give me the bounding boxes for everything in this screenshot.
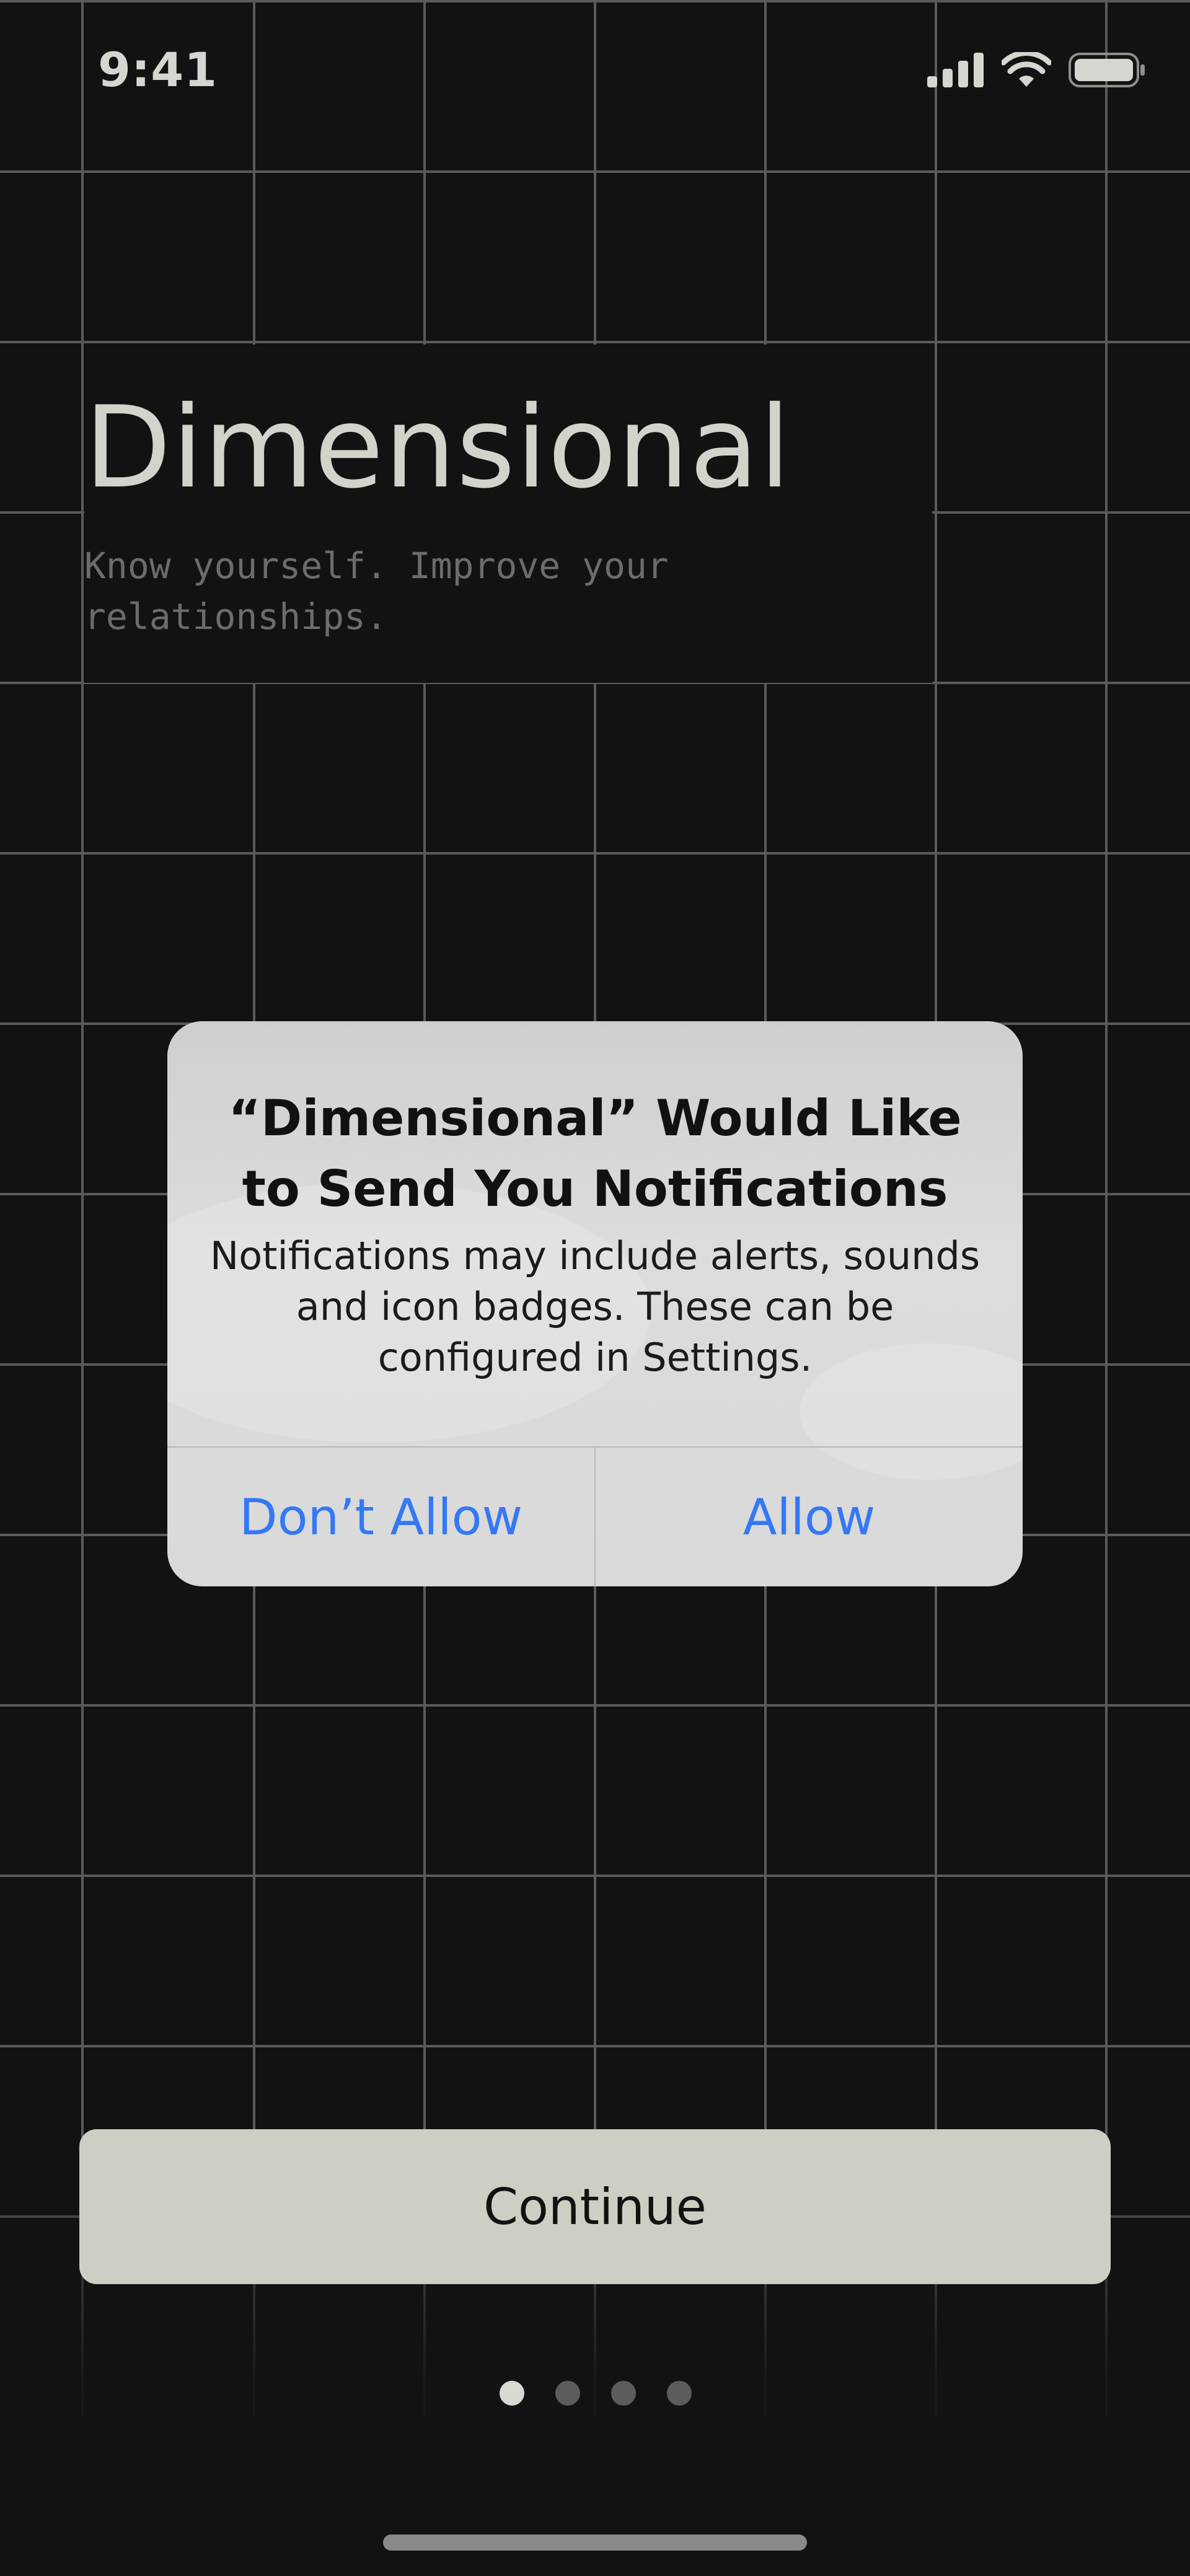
home-indicator[interactable]: [383, 2534, 807, 2551]
page-indicator: [500, 2381, 692, 2406]
notification-permission-alert: “Dimensional” Would Like to Send You Not…: [167, 1021, 1023, 1586]
app-tagline: Know yourself. Improve your relationship…: [84, 545, 669, 638]
page-dot-4[interactable]: [667, 2381, 692, 2406]
continue-button[interactable]: Continue: [79, 2129, 1111, 2284]
page-dot-3[interactable]: [611, 2381, 636, 2406]
onboarding-screen: 9:41 Dimensional Know yourself. Improve …: [0, 0, 1190, 2576]
status-icons: [927, 52, 1145, 88]
page-dot-2[interactable]: [555, 2381, 580, 2406]
battery-icon: [1069, 53, 1145, 87]
page-dot-1[interactable]: [500, 2381, 524, 2406]
allow-button[interactable]: Allow: [596, 1448, 1023, 1586]
cellular-signal-icon: [927, 53, 984, 87]
alert-message: Notifications may include alerts, sounds…: [209, 1233, 981, 1380]
status-time: 9:41: [98, 42, 218, 97]
dont-allow-button[interactable]: Don’t Allow: [167, 1448, 594, 1586]
app-title: Dimensional: [84, 382, 791, 513]
wifi-icon: [1002, 52, 1051, 87]
alert-title: “Dimensional” Would Like to Send You Not…: [228, 1089, 962, 1218]
